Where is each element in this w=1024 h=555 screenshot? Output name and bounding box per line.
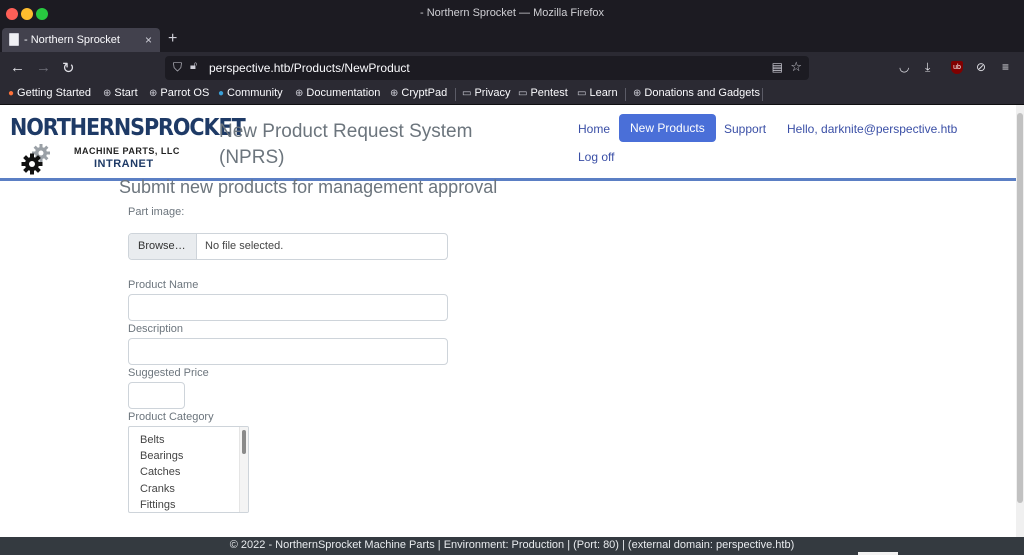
browse-button[interactable]: Browse… — [129, 234, 197, 259]
logo-brand-text: NORTHERNSPROCKET — [10, 115, 246, 141]
suggested-price-label: Suggested Price — [128, 367, 209, 379]
extension-icon[interactable]: ⊘ — [976, 60, 986, 74]
folder-icon: ▭ — [462, 88, 472, 99]
lock-icon[interactable]: 🔓︎ — [190, 60, 197, 73]
category-option[interactable]: Catches — [140, 466, 180, 478]
category-scrollbar[interactable] — [239, 427, 248, 512]
nav-home-link[interactable]: Home — [578, 122, 610, 136]
nav-logoff-link[interactable]: Log off — [578, 150, 614, 164]
folder-icon: ▭ — [577, 88, 587, 99]
app-title-line2: (NPRS) — [219, 147, 285, 168]
form-heading: Submit new products for management appro… — [119, 177, 498, 197]
menu-icon[interactable]: ≡ — [1002, 60, 1009, 74]
bookmark-star-icon[interactable]: ☆ — [790, 59, 802, 75]
reload-button[interactable]: ↻ — [62, 59, 75, 77]
globe-icon: ⊕ — [633, 88, 642, 99]
product-name-label: Product Name — [128, 279, 199, 291]
category-option[interactable]: Fittings — [140, 499, 175, 511]
bookmark-separator — [455, 88, 456, 101]
page-content: NORTHERNSPROCKET MACHINE PARTS, LLC INTR… — [0, 105, 1016, 537]
bookmark-community[interactable]: ● Community — [218, 87, 283, 99]
file-status-text: No file selected. — [205, 240, 284, 252]
url-text[interactable]: perspective.htb/Products/NewProduct — [209, 61, 410, 75]
downloads-icon[interactable]: ⤓ — [925, 60, 930, 75]
logo-subtitle: MACHINE PARTS, LLC — [74, 146, 180, 156]
bookmarks-bar: ● Getting Started ⊕ Start ⊕ Parrot OS ● Comm… — [0, 84, 1024, 105]
parrot-icon: ● — [218, 88, 225, 99]
category-option[interactable]: Belts — [140, 434, 164, 446]
reader-view-icon[interactable]: ▤ — [772, 60, 783, 74]
part-image-file-input[interactable]: Browse… No file selected. — [128, 233, 448, 260]
page-scrollbar[interactable] — [1016, 105, 1024, 537]
category-option[interactable]: Bearings — [140, 450, 183, 462]
description-label: Description — [128, 323, 184, 335]
suggested-price-input[interactable] — [128, 382, 185, 409]
nav-support-link[interactable]: Support — [724, 122, 766, 136]
back-button[interactable]: ← — [10, 59, 25, 76]
tab-label: - Northern Sprocket — [24, 34, 120, 46]
product-name-input[interactable] — [128, 294, 448, 321]
nav-new-products-link[interactable]: New Products — [619, 114, 716, 142]
bookmark-getting-started[interactable]: ● Getting Started — [8, 87, 91, 99]
logo-intranet: INTRANET — [94, 158, 154, 170]
app-title: New Product Request System (NPRS) — [219, 119, 472, 171]
window-title: - Northern Sprocket — Mozilla Firefox — [420, 7, 604, 19]
navigation-toolbar: ← → ↻ ⛉ 🔓︎ perspective.htb/Products/NewP… — [0, 52, 1024, 84]
pocket-icon[interactable]: ◡ — [899, 60, 909, 74]
part-image-label: Part image: — [128, 206, 185, 218]
globe-icon: ⊕ — [295, 88, 304, 99]
bookmark-donations[interactable]: ⊕ Donations and Gadgets — [633, 87, 760, 99]
bookmark-start[interactable]: ⊕ Start — [103, 87, 138, 99]
site-logo[interactable]: NORTHERNSPROCKET MACHINE PARTS, LLC INTR… — [10, 115, 246, 175]
globe-icon: ⊕ — [149, 88, 158, 99]
page-icon — [9, 33, 19, 46]
category-scrollbar-thumb[interactable] — [242, 430, 246, 454]
main-nav: Home New Products Support Hello, darknit… — [568, 113, 988, 173]
bookmark-separator — [625, 88, 626, 101]
gear-icon — [21, 144, 50, 175]
product-category-select[interactable]: Belts Bearings Catches Cranks Fittings — [128, 426, 249, 513]
ublock-icon[interactable]: ub — [951, 61, 963, 74]
bookmark-separator — [762, 88, 763, 101]
page-scrollbar-thumb[interactable] — [1017, 113, 1023, 503]
product-category-label: Product Category — [128, 411, 214, 423]
category-option[interactable]: Cranks — [140, 483, 175, 495]
bookmark-documentation[interactable]: ⊕ Documentation — [295, 87, 380, 99]
tab-strip: - Northern Sprocket × + — [0, 28, 1024, 52]
new-tab-button[interactable]: + — [168, 30, 177, 48]
firefox-icon: ● — [8, 88, 15, 99]
bookmark-folder-learn[interactable]: ▭ Learn — [577, 87, 618, 99]
globe-icon: ⊕ — [103, 88, 112, 99]
bookmark-cryptpad[interactable]: ⊕ CryptPad — [390, 87, 447, 99]
nav-user-greeting[interactable]: Hello, darknite@perspective.htb — [787, 122, 957, 136]
bookmark-parrot-os[interactable]: ⊕ Parrot OS — [149, 87, 209, 99]
address-bar[interactable]: ⛉ 🔓︎ perspective.htb/Products/NewProduct… — [165, 56, 809, 80]
close-tab-icon[interactable]: × — [145, 33, 152, 47]
description-input[interactable] — [128, 338, 448, 365]
tracking-shield-icon[interactable]: ⛉ — [173, 60, 182, 75]
bookmark-folder-privacy[interactable]: ▭ Privacy — [462, 87, 511, 99]
app-title-line1: New Product Request System — [219, 121, 473, 142]
forward-button[interactable]: → — [36, 59, 51, 76]
bookmark-folder-pentest[interactable]: ▭ Pentest — [518, 87, 568, 99]
window-titlebar: - Northern Sprocket — Mozilla Firefox — [0, 0, 1024, 28]
globe-icon: ⊕ — [390, 88, 399, 99]
folder-icon: ▭ — [518, 88, 528, 99]
tab-northern-sprocket[interactable]: - Northern Sprocket × — [2, 28, 160, 52]
